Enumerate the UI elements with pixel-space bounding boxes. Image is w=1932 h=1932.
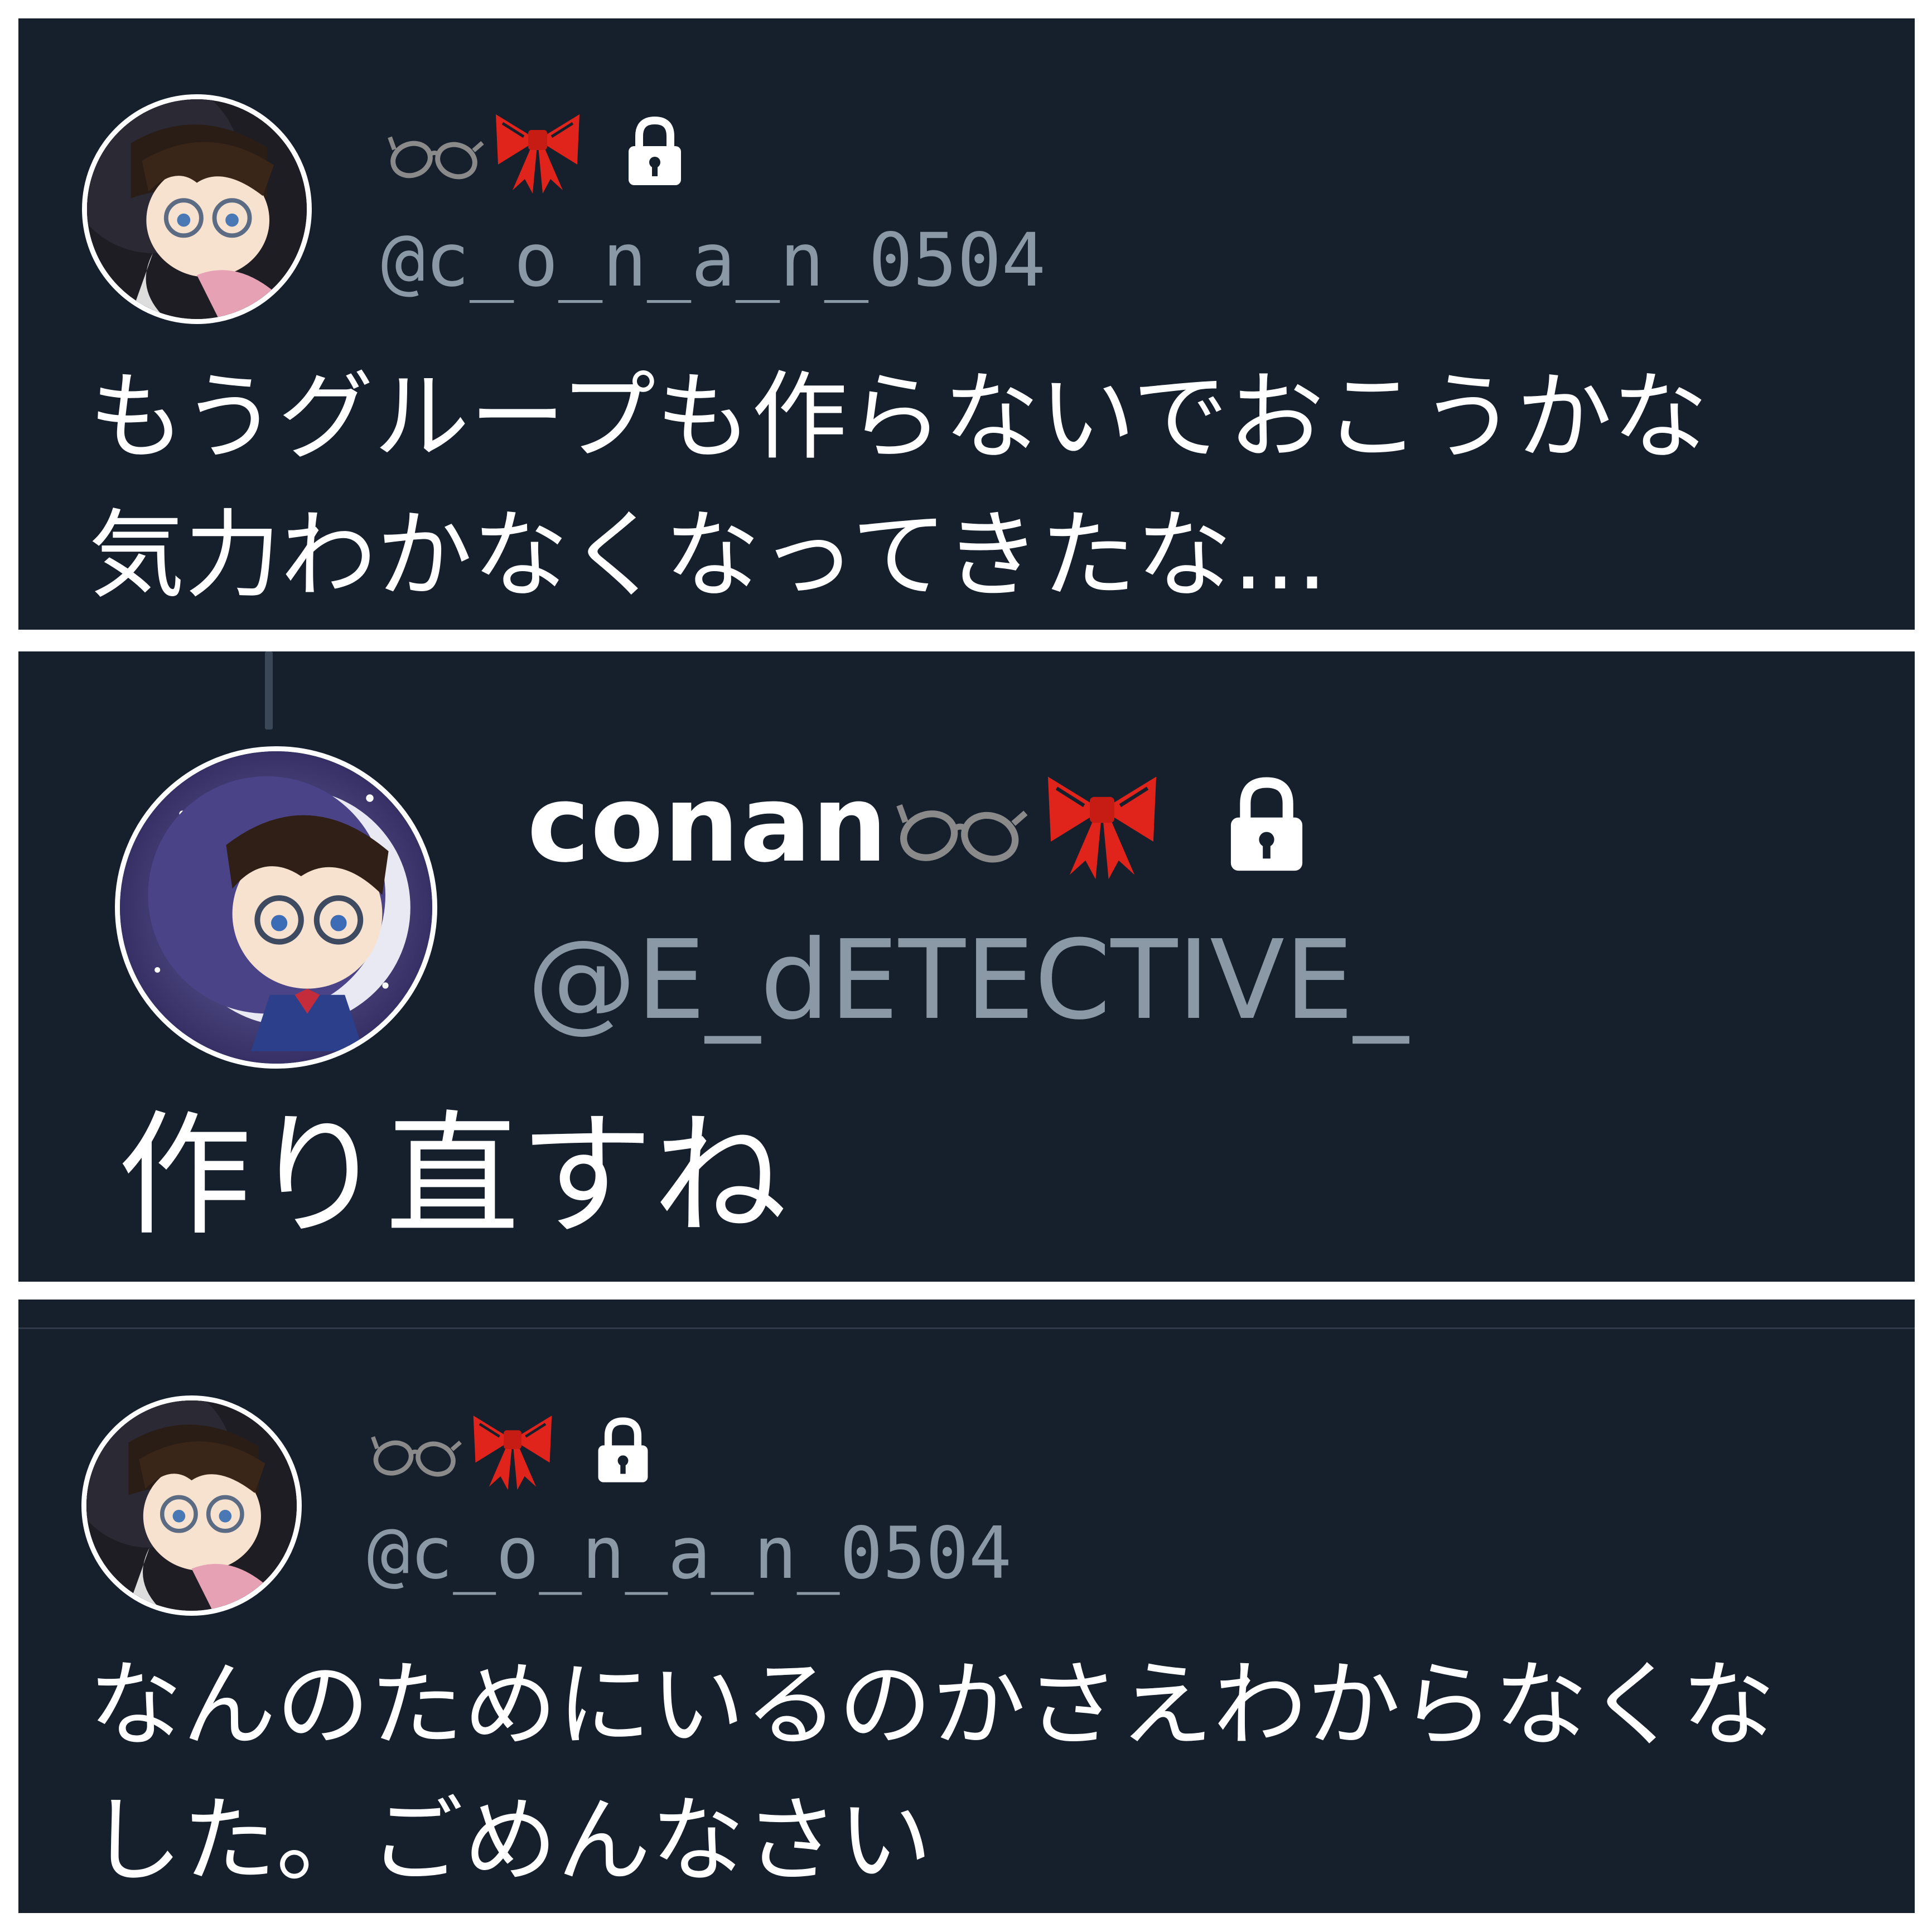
avatar[interactable] xyxy=(115,746,437,1069)
glasses-icon xyxy=(893,783,1033,866)
lock-icon xyxy=(594,1416,652,1485)
handle[interactable]: @E_dETECTIVE_ xyxy=(527,919,1408,1042)
handle[interactable]: @c_o_n_a_n_0504 xyxy=(367,1510,1012,1597)
avatar[interactable] xyxy=(81,1395,302,1616)
name-row xyxy=(387,101,685,201)
lock-icon xyxy=(1225,775,1308,874)
glasses-icon xyxy=(387,120,487,182)
avatar-image xyxy=(86,1400,297,1611)
handle[interactable]: @c_o_n_a_n_0504 xyxy=(381,216,1046,305)
bow-icon xyxy=(1041,766,1163,883)
thread-connector-line xyxy=(265,651,273,730)
tweet-card-2[interactable]: conan @E_dETECTIVE_ 作り直すね xyxy=(18,651,1915,1282)
bow-icon xyxy=(468,1408,557,1492)
avatar[interactable] xyxy=(82,94,312,324)
tweet-text-line-1: なんのためにいるのかさえわからなくな xyxy=(89,1650,1775,1760)
bow-icon xyxy=(490,107,585,196)
tweet-card-1[interactable]: @c_o_n_a_n_0504 もうグループも作らないでおこうかな 気力わかなく… xyxy=(18,18,1915,630)
avatar-image xyxy=(87,99,307,319)
tweet-text-line-2: 気力わかなくなってきたな… xyxy=(89,499,1329,611)
tweet-text-line-1: 作り直すね xyxy=(118,1098,788,1254)
glasses-icon xyxy=(370,1421,465,1479)
divider xyxy=(18,1327,1915,1329)
tweet-card-3[interactable]: @c_o_n_a_n_0504 なんのためにいるのかさえわからなくな した。ごめ… xyxy=(18,1300,1915,1913)
avatar-image xyxy=(120,751,432,1064)
name-row xyxy=(370,1400,652,1500)
tweet-text-line-1: もうグループも作らないでおこうかな xyxy=(89,361,1708,473)
lock-icon xyxy=(624,115,685,187)
name-row: conan xyxy=(527,769,1308,880)
display-name[interactable]: conan xyxy=(527,769,888,880)
tweet-text-line-2: した。ごめんなさい xyxy=(89,1786,932,1895)
